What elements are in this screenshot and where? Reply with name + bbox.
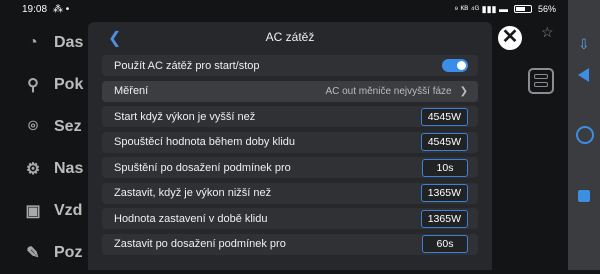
start-quiet-threshold-field[interactable]: 4545W: [420, 133, 468, 151]
clock: 19:08: [22, 3, 48, 15]
row-stop-delay[interactable]: Zastavit po dosažení podmínek pro 60s: [102, 233, 478, 255]
location-icon: ⌾: [28, 118, 38, 135]
use-ac-load-toggle[interactable]: [442, 59, 468, 72]
row-stop-threshold[interactable]: Zastavit, když je výkon nižší než 1365W: [102, 182, 478, 204]
edit-icon: ✎: [26, 245, 40, 262]
row-use-ac-load[interactable]: Použít AC zátěž pro start/stop: [102, 55, 478, 76]
row-start-delay[interactable]: Spuštění po dosažení podmínek pro 10s: [102, 157, 478, 178]
share-icon: ⚲: [27, 77, 39, 94]
close-icon[interactable]: ✕: [498, 26, 522, 50]
notification-icons: ⁂ •: [53, 3, 70, 15]
start-threshold-field[interactable]: 4545W: [420, 107, 468, 126]
back-icon[interactable]: ❮: [108, 28, 121, 48]
backup-icon: ▣: [25, 203, 41, 220]
row-start-quiet-threshold[interactable]: Spouštěcí hodnota během doby klidu 4545W: [102, 131, 478, 153]
row-start-threshold[interactable]: Start když výkon je vyšší než 4545W: [102, 106, 478, 127]
stop-quiet-threshold-field[interactable]: 1365W: [420, 209, 468, 228]
nav-recent-icon[interactable]: [578, 190, 590, 202]
dialog-header: ❮ AC zátěž: [88, 22, 492, 52]
nav-down-icon[interactable]: ⇩: [578, 36, 590, 53]
nav-back-icon[interactable]: [578, 68, 589, 82]
battery-icon: [513, 5, 532, 13]
dashboard-icon: ◔: [28, 34, 38, 51]
stop-threshold-field[interactable]: 1365W: [420, 184, 468, 202]
gear-icon: ⚙: [25, 161, 41, 178]
ac-load-dialog: ❮ AC zátěž Použít AC zátěž pro start/sto…: [88, 22, 492, 270]
star-icon: ☆: [541, 24, 554, 40]
signal-icons: ⁹ ᴷᴮ ⁴ᴳ ▮▮▮ ▬: [454, 3, 508, 14]
chevron-right-icon: ❯: [459, 85, 468, 97]
dialog-title: AC zátěž: [265, 30, 315, 44]
row-stop-quiet-threshold[interactable]: Hodnota zastavení v době klidu 1365W: [102, 208, 478, 229]
nav-home-icon[interactable]: [576, 126, 594, 144]
status-bar: 19:08 ⁂ • ⁹ ᴷᴮ ⁴ᴳ ▮▮▮ ▬ 56%: [0, 0, 568, 18]
system-nav-bar: ⇩: [568, 0, 600, 270]
stop-delay-field[interactable]: 60s: [422, 235, 468, 253]
server-icon: [528, 68, 554, 94]
battery-level: 56%: [537, 4, 556, 14]
settings-list: Použít AC zátěž pro start/stop Měření AC…: [88, 55, 492, 255]
measurement-value: AC out měniče nejvyšší fáze: [325, 85, 452, 97]
row-measurement[interactable]: Měření AC out měniče nejvyšší fáze ❯: [102, 80, 478, 102]
start-delay-field[interactable]: 10s: [422, 158, 468, 177]
